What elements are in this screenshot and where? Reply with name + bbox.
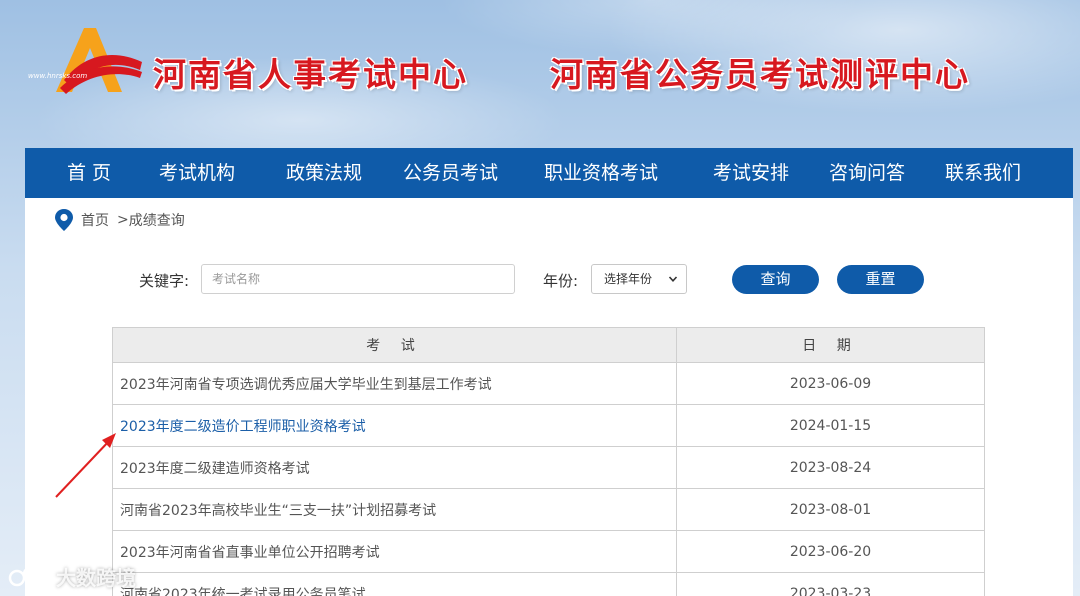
header-title-1: 河南省人事考试中心: [153, 55, 468, 94]
exam-name-link[interactable]: 2023年河南省专项选调优秀应届大学毕业生到基层工作考试: [112, 362, 677, 405]
column-header-exam: 考 试: [112, 327, 677, 363]
exam-name-link[interactable]: 2023年度二级造价工程师职业资格考试: [112, 404, 677, 447]
svg-text:www.hnrsks.com: www.hnrsks.com: [28, 72, 87, 80]
exam-date: 2023-08-24: [676, 446, 985, 489]
table-row[interactable]: 2023年度二级建造师资格考试 2023-08-24: [112, 446, 985, 489]
main-content: 首页 > 成绩查询 关键字: 年份: 选择年份 查询 重置 考 试 日 期 20…: [25, 198, 1073, 596]
table-row[interactable]: 2023年度二级造价工程师职业资格考试 2024-01-15: [112, 404, 985, 447]
table-row[interactable]: 河南省2023年高校毕业生“三支一扶”计划招募考试 2023-08-01: [112, 488, 985, 531]
keyword-label: 关键字:: [139, 272, 190, 290]
nav-item-contact[interactable]: 联系我们: [945, 148, 1021, 198]
red-arrow-icon: [55, 433, 116, 498]
query-button[interactable]: 查询: [732, 265, 819, 294]
year-label: 年份:: [543, 272, 579, 290]
nav-item-schedule[interactable]: 考试安排: [713, 148, 789, 198]
reset-button[interactable]: 重置: [837, 265, 924, 294]
exam-date: 2023-06-09: [676, 362, 985, 405]
exam-date: 2023-08-01: [676, 488, 985, 531]
nav-item-policies[interactable]: 政策法规: [286, 148, 362, 198]
table-row[interactable]: 2023年河南省省直事业单位公开招聘考试 2023-06-20: [112, 530, 985, 573]
nav-item-civil-servant[interactable]: 公务员考试: [403, 148, 498, 198]
main-nav: 首 页 考试机构 政策法规 公务员考试 职业资格考试 考试安排 咨询问答 联系我…: [25, 148, 1073, 198]
nav-item-faq[interactable]: 咨询问答: [829, 148, 905, 198]
watermark: 大数跨境: [8, 562, 136, 591]
breadcrumb-current: 成绩查询: [128, 213, 185, 229]
table-row[interactable]: 河南省2023年统一考试录用公务员笔试 2023-03-23: [112, 572, 985, 596]
exam-name-link[interactable]: 河南省2023年统一考试录用公务员笔试: [112, 572, 677, 596]
logo-icon: www.hnrsks.com: [28, 28, 142, 94]
keyword-input[interactable]: [201, 264, 515, 294]
breadcrumb: 首页 > 成绩查询: [53, 208, 185, 232]
nav-item-home[interactable]: 首 页: [67, 148, 111, 198]
exam-date: 2023-06-20: [676, 530, 985, 573]
table-header-row: 考 试 日 期: [112, 327, 985, 363]
year-select-value: 选择年份: [604, 272, 653, 286]
table-row[interactable]: 2023年河南省专项选调优秀应届大学毕业生到基层工作考试 2023-06-09: [112, 362, 985, 405]
location-pin-icon: [55, 209, 73, 231]
year-select[interactable]: 选择年份: [591, 264, 687, 294]
column-header-date: 日 期: [676, 327, 985, 363]
chevron-down-icon: [668, 276, 678, 282]
watermark-logo-icon: [8, 566, 49, 586]
exam-name-link[interactable]: 河南省2023年高校毕业生“三支一扶”计划招募考试: [112, 488, 677, 531]
breadcrumb-home[interactable]: 首页: [81, 210, 109, 230]
header-title-2: 河南省公务员考试测评中心: [550, 55, 970, 94]
exam-name-link[interactable]: 2023年河南省省直事业单位公开招聘考试: [112, 530, 677, 573]
exam-name-link[interactable]: 2023年度二级建造师资格考试: [112, 446, 677, 489]
exam-date: 2023-03-23: [676, 572, 985, 596]
nav-item-institutions[interactable]: 考试机构: [159, 148, 235, 198]
results-table: 考 试 日 期 2023年河南省专项选调优秀应届大学毕业生到基层工作考试 202…: [112, 327, 985, 596]
nav-item-qualification[interactable]: 职业资格考试: [544, 148, 658, 198]
watermark-text: 大数跨境: [56, 566, 136, 590]
exam-date: 2024-01-15: [676, 404, 985, 447]
breadcrumb-separator: >: [117, 212, 129, 228]
